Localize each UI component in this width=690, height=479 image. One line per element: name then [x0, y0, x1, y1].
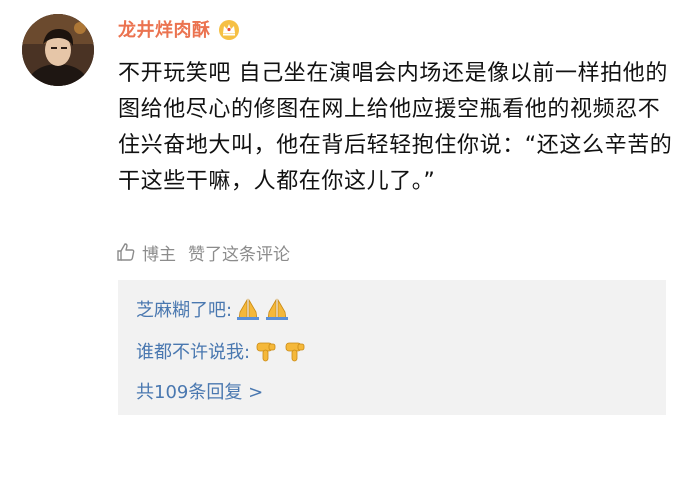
more-replies-link[interactable]: 共109条回复 >	[136, 376, 263, 406]
username[interactable]: 龙井烊肉酥	[118, 16, 211, 42]
comment-header: 龙井烊肉酥	[118, 16, 241, 42]
thumbs-up-icon[interactable]	[116, 242, 136, 262]
replies-panel: 芝麻糊了吧: 谁都不许说我: 共109条回复 >	[118, 280, 666, 415]
like-text: 赞了这条评论	[188, 244, 290, 265]
reply-text: 芝麻糊了吧:	[136, 300, 233, 321]
reply-item[interactable]: 谁都不许说我:	[136, 336, 308, 366]
folded-hands-emoji	[266, 298, 289, 320]
vip-crown-icon	[218, 20, 239, 40]
reply-item[interactable]: 芝麻糊了吧:	[136, 294, 290, 324]
folded-hands-emoji	[237, 298, 260, 320]
like-info: 博主 赞了这条评论	[116, 240, 290, 265]
comment-text: 不开玩笑吧 自己坐在演唱会内场还是像以前一样拍他的图给他尽心的修图在网上给他应援…	[118, 61, 673, 194]
reply-text: 谁都不许说我:	[136, 342, 251, 363]
pointing-down-emoji	[256, 342, 276, 362]
avatar-image	[22, 14, 94, 86]
avatar[interactable]	[22, 14, 94, 86]
pointing-down-emoji	[285, 342, 305, 362]
like-author: 博主	[142, 244, 176, 265]
